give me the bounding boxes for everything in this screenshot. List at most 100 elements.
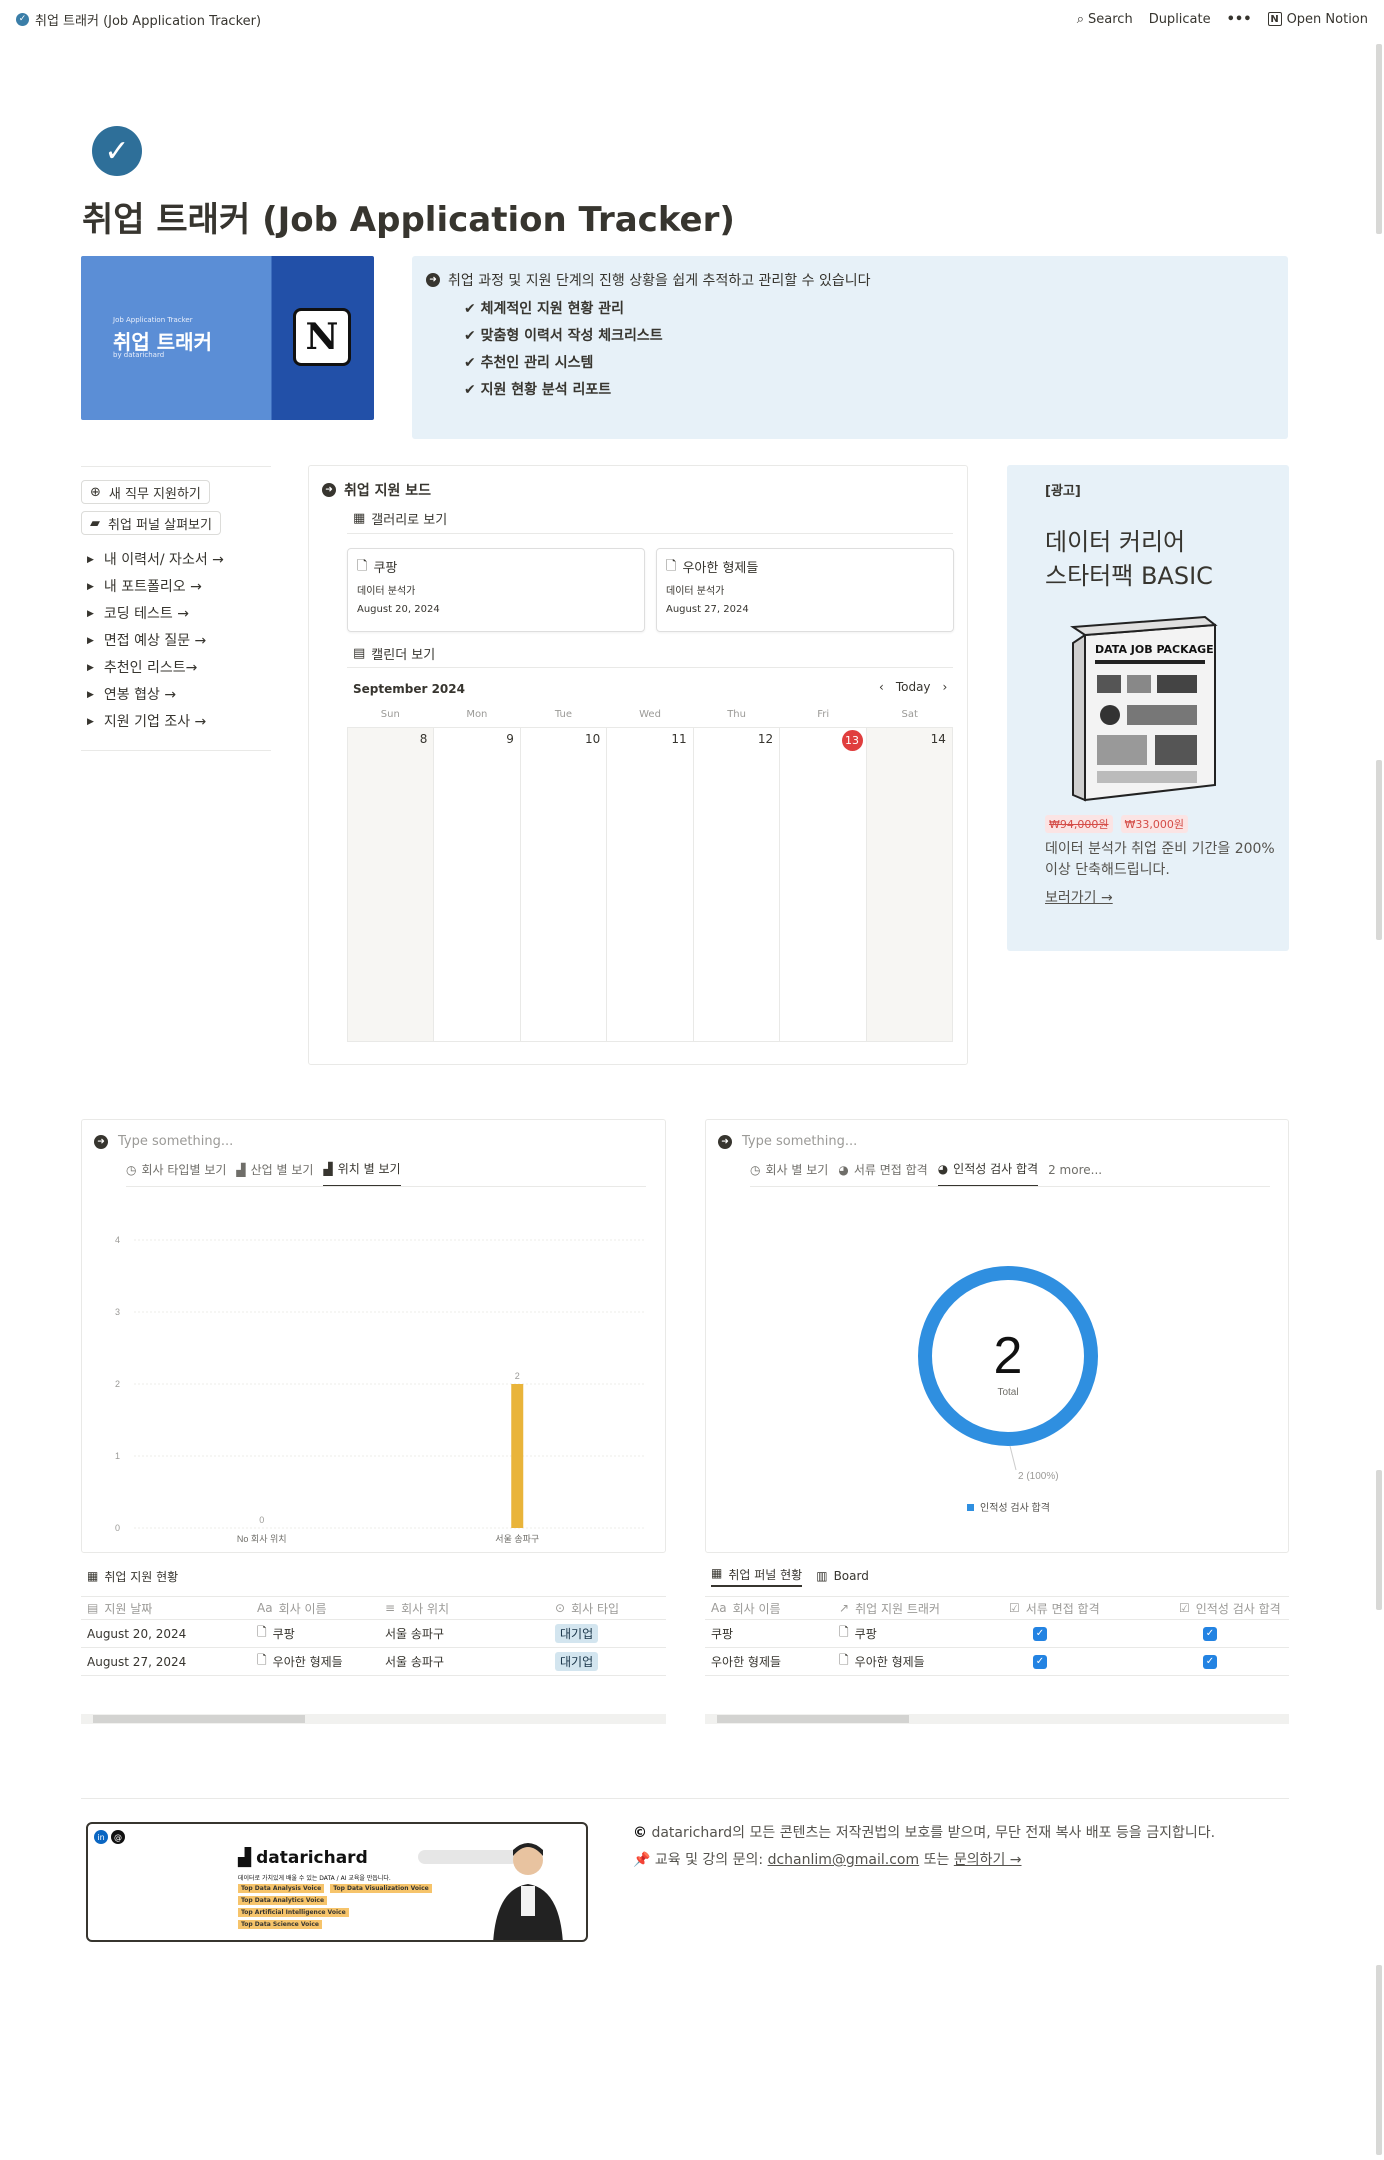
date-number: 9 (506, 732, 514, 746)
today-button[interactable]: Today (896, 680, 931, 694)
column-header[interactable]: 인적성 검사 합격 (1196, 1600, 1281, 1617)
column-header[interactable]: 회사 타입 (571, 1600, 619, 1617)
callout-item: ✔ 지원 현황 분석 리포트 (464, 382, 612, 398)
donut-total-label: Total (997, 1387, 1018, 1398)
toggle-resume[interactable]: ▶ 내 이력서/ 자소서 → (87, 547, 271, 574)
tab-company[interactable]: ◷ 회사 별 보기 (750, 1160, 828, 1187)
tab-aptitude-pass[interactable]: ◕ 인적성 검사 합격 (937, 1160, 1039, 1187)
triangle-right-icon: ▶ (87, 690, 94, 700)
brand-name: datarichard (256, 1848, 368, 1868)
page-icon: 🗋 (839, 1653, 849, 1667)
calendar-cell[interactable]: 14 (865, 728, 953, 1041)
tab-company-type[interactable]: ◷ 회사 타입별 보기 (126, 1160, 226, 1187)
search-button[interactable]: ⌕ Search (1077, 12, 1133, 27)
page-scrollbar-thumb[interactable] (1376, 760, 1382, 940)
table-row[interactable]: 쿠팡 🗋 쿠팡 ✓ ✓ (705, 1620, 1289, 1648)
gallery-card[interactable]: 🗋 쿠팡 데이터 분석가 August 20, 2024 (347, 548, 645, 632)
horizontal-scrollbar[interactable] (81, 1714, 666, 1724)
chevron-left-icon[interactable]: ‹ (879, 680, 884, 694)
application-board: ➜ 취업 지원 보드 ▦ 갤러리로 보기 🗋 쿠팡 데이터 분석가 August 20… (308, 465, 968, 1065)
calendar-cell[interactable]: 11 (606, 728, 692, 1041)
calendar-cell[interactable]: 10 (519, 728, 606, 1041)
relation-icon: ↗ (839, 1601, 850, 1615)
ad-callout: [광고] 데이터 커리어 스타터팩 BASIC DATA JOB PACKAGE… (1007, 465, 1289, 951)
button-label: 취업 퍼널 살펴보기 (108, 517, 212, 533)
toggle-salary[interactable]: ▶ 연봉 협상 → (87, 682, 271, 709)
table-row[interactable]: August 27, 2024 🗋 우아한 형제들 서울 송파구 대기업 (81, 1648, 666, 1676)
toggle-company-research[interactable]: ▶ 지원 기업 조사 → (87, 709, 271, 736)
column-header[interactable]: 회사 이름 (733, 1600, 781, 1617)
column-header[interactable]: 취업 지원 트래커 (855, 1600, 940, 1617)
page-scrollbar-thumb[interactable] (1376, 1470, 1382, 1610)
chart-input[interactable]: Type something... (742, 1134, 857, 1149)
calendar-cell[interactable]: 12 (692, 728, 779, 1041)
calendar-cell-today[interactable]: 13 (779, 728, 865, 1041)
toggle-referrals[interactable]: ▶ 추천인 리스트→ (87, 655, 271, 682)
ad-headline: 데이터 커리어 스타터팩 BASIC (1045, 525, 1213, 593)
horizontal-scrollbar[interactable] (705, 1714, 1289, 1724)
table-cell: 쿠팡 (272, 1627, 295, 1641)
gallery-view-tab[interactable]: ▦ 갤러리로 보기 (353, 509, 447, 528)
calendar-cell[interactable]: 8 (347, 728, 434, 1041)
arrow-circle-icon: ➜ (94, 1134, 108, 1149)
bar[interactable] (511, 1384, 524, 1528)
column-header[interactable]: 서류 면접 합격 (1026, 1600, 1100, 1617)
chevron-right-icon[interactable]: › (943, 680, 948, 694)
datarichard-logo-icon: ▟ (238, 1848, 252, 1868)
toggle-interview[interactable]: ▶ 면접 예상 질문 → (87, 628, 271, 655)
breadcrumb[interactable]: ✓ 취업 트래커 (Job Application Tracker) (16, 10, 261, 29)
legend-label: 인적성 검사 합격 (980, 1501, 1050, 1514)
contact-link[interactable]: 문의하기 → (954, 1852, 1022, 1868)
card-date: August 20, 2024 (357, 604, 440, 615)
date-number: 11 (671, 732, 687, 746)
funnel-button[interactable]: ▰ 취업 퍼널 살펴보기 (81, 511, 221, 535)
divider (347, 667, 953, 668)
checked-checkbox[interactable]: ✓ (1033, 1654, 1047, 1669)
duplicate-button[interactable]: Duplicate (1149, 12, 1211, 27)
card-title: 쿠팡 (373, 561, 398, 576)
table-title[interactable]: ▦ 취업 지원 현황 (87, 1564, 666, 1588)
table-cell: August 27, 2024 (87, 1654, 187, 1669)
chart-input[interactable]: Type something... (118, 1134, 233, 1149)
top-bar: ✓ 취업 트래커 (Job Application Tracker) ⌕ Sea… (0, 0, 1384, 38)
column-header[interactable]: 지원 날짜 (104, 1600, 152, 1617)
ad-link[interactable]: 보러가기 → (1045, 887, 1113, 907)
calendar-cell[interactable]: 9 (433, 728, 519, 1041)
calendar-grid: 8 9 10 11 12 13 14 (347, 727, 953, 1042)
open-notion-button[interactable]: N Open Notion (1267, 12, 1368, 27)
table-title-label: 취업 지원 현황 (104, 1569, 179, 1584)
page-scrollbar-thumb[interactable] (1376, 1965, 1382, 2155)
tab-funnel-status[interactable]: ▦ 취업 퍼널 현황 (711, 1566, 803, 1587)
more-options-icon[interactable]: ••• (1227, 12, 1252, 27)
checked-checkbox[interactable]: ✓ (1203, 1626, 1217, 1641)
scrollbar-thumb[interactable] (93, 1715, 305, 1723)
scrollbar-thumb[interactable] (717, 1715, 909, 1723)
tab-location[interactable]: ▟ 위치 별 보기 (323, 1160, 401, 1187)
tab-document-pass[interactable]: ◕ 서류 면접 합격 (838, 1160, 927, 1187)
column-header[interactable]: 회사 위치 (401, 1600, 449, 1617)
contact-prefix: 교육 및 강의 문의: (654, 1852, 768, 1868)
table-cell: 우아한 형제들 (272, 1655, 343, 1669)
datarichard-banner[interactable]: in @ ▟ datarichard 데이터로 가치있게 배울 수 있는 DAT… (86, 1822, 588, 1942)
page-scrollbar-thumb[interactable] (1376, 44, 1382, 234)
tab-industry[interactable]: ▟ 산업 별 보기 (236, 1160, 313, 1187)
checkbox-icon: ☑ (1179, 1601, 1190, 1615)
gallery-card[interactable]: 🗋 우아한 형제들 데이터 분석가 August 27, 2024 (656, 548, 954, 632)
pin-icon: 📌 (633, 1852, 651, 1868)
toggle-coding-test[interactable]: ▶ 코딩 테스트 → (87, 601, 271, 628)
search-label: Search (1088, 11, 1133, 27)
calendar-view-tab[interactable]: ▤ 캘린더 보기 (353, 644, 435, 663)
bar-value-label: 0 (259, 1515, 264, 1525)
arrow-circle-icon: ➜ (322, 483, 336, 497)
column-header[interactable]: 회사 이름 (279, 1600, 327, 1617)
table-row[interactable]: 우아한 형제들 🗋 우아한 형제들 ✓ ✓ (705, 1648, 1289, 1676)
checked-checkbox[interactable]: ✓ (1033, 1626, 1047, 1641)
email-link[interactable]: dchanlim@gmail.com (768, 1852, 920, 1868)
toggle-label: 추천인 리스트→ (103, 660, 198, 676)
tab-board[interactable]: ▥ Board (816, 1569, 869, 1583)
toggle-portfolio[interactable]: ▶ 내 포트폴리오 → (87, 574, 271, 601)
tab-more[interactable]: 2 more... (1048, 1160, 1102, 1187)
table-row[interactable]: August 20, 2024 🗋 쿠팡 서울 송파구 대기업 (81, 1620, 666, 1648)
page-check-icon[interactable]: ✓ (92, 126, 142, 176)
checked-checkbox[interactable]: ✓ (1203, 1654, 1217, 1669)
